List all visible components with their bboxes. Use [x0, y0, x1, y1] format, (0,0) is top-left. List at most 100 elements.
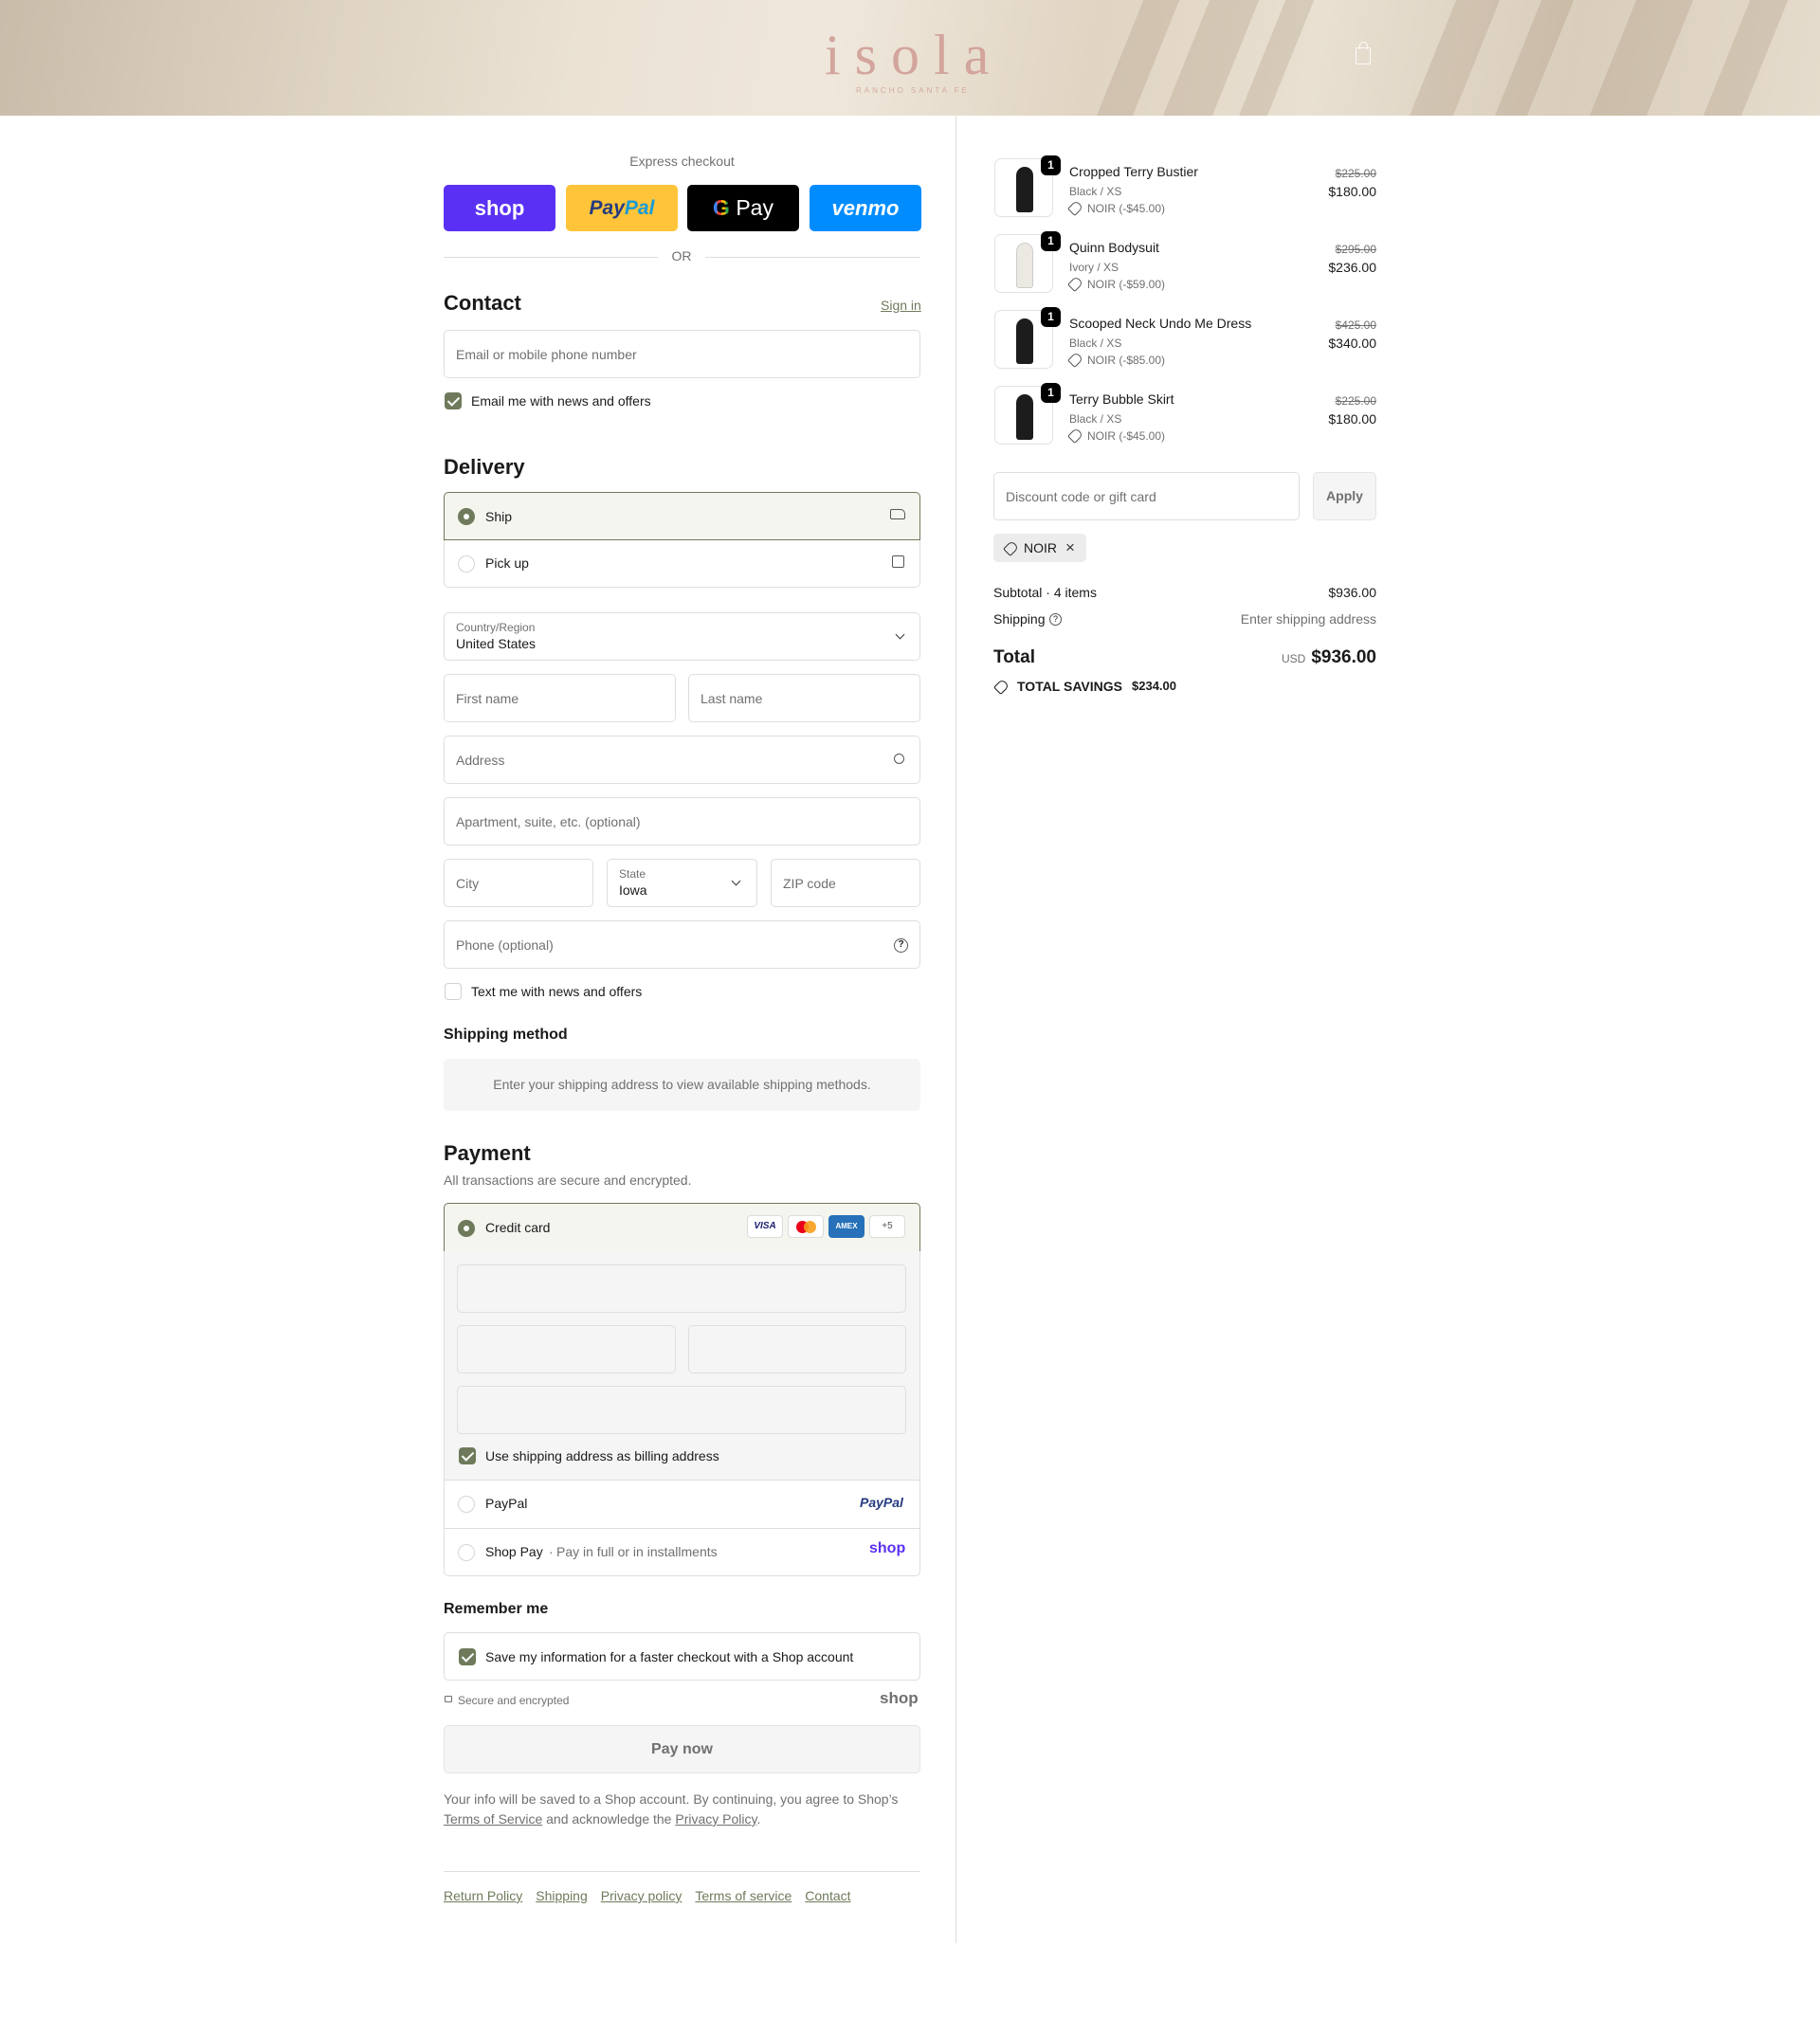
- shipping-policy-link[interactable]: Shipping: [536, 1888, 588, 1903]
- help-icon[interactable]: ?: [1049, 613, 1062, 626]
- savings-tag-icon: [993, 679, 1010, 695]
- tag-icon: [1067, 276, 1083, 292]
- item-name: Scooped Neck Undo Me Dress: [1069, 316, 1252, 331]
- pickup-label: Pick up: [485, 555, 529, 571]
- applied-code-label: NOIR: [1024, 540, 1057, 555]
- card-name-field[interactable]: [457, 1386, 906, 1434]
- country-value: United States: [456, 636, 537, 651]
- item-name: Cropped Terry Bustier: [1069, 164, 1198, 179]
- credit-card-radio[interactable]: [458, 1220, 475, 1237]
- help-icon[interactable]: ?: [894, 938, 908, 953]
- chevron-down-icon: [731, 876, 741, 886]
- return-policy-link[interactable]: Return Policy: [444, 1888, 522, 1903]
- card-number-field[interactable]: [457, 1264, 906, 1313]
- remove-code-icon[interactable]: ×: [1065, 538, 1075, 557]
- shipping-value: Enter shipping address: [1240, 611, 1376, 627]
- city-placeholder: City: [456, 875, 480, 891]
- discount-code-field[interactable]: Discount code or gift card: [993, 472, 1300, 520]
- phone-field[interactable]: Phone (optional) ?: [444, 920, 920, 969]
- subtotal-label: Subtotal · 4 items: [993, 585, 1097, 600]
- total-savings-value: $234.00: [1132, 679, 1176, 693]
- item-original-price: $295.00: [1335, 243, 1376, 256]
- discount-placeholder: Discount code or gift card: [1006, 488, 1156, 504]
- save-info-label: Save my information for a faster checkou…: [485, 1649, 854, 1664]
- shipping-label: Shipping: [993, 611, 1046, 627]
- city-field[interactable]: City: [444, 859, 593, 907]
- state-select[interactable]: State Iowa: [607, 859, 757, 907]
- terms-of-service-link[interactable]: Terms of service: [695, 1888, 792, 1903]
- shop-pay-radio[interactable]: [458, 1544, 475, 1561]
- pay-now-button[interactable]: Pay now: [444, 1725, 920, 1773]
- shadow-stripe: [1483, 0, 1582, 116]
- legal-middle: and acknowledge the: [546, 1811, 672, 1827]
- card-expiry-field[interactable]: [457, 1325, 676, 1373]
- terms-link[interactable]: Terms of Service: [444, 1811, 542, 1827]
- country-select[interactable]: Country/Region United States: [444, 612, 920, 661]
- tag-icon: [1003, 540, 1019, 556]
- save-info-checkbox[interactable]: [459, 1648, 476, 1665]
- tag-icon: [1067, 200, 1083, 216]
- shop-logo: shop: [880, 1689, 919, 1707]
- card-security-code-field[interactable]: [688, 1325, 906, 1373]
- pickup-radio[interactable]: [458, 555, 475, 573]
- venmo-button[interactable]: venmo: [810, 185, 921, 231]
- privacy-link[interactable]: Privacy Policy: [675, 1811, 756, 1827]
- item-price: $236.00: [1328, 260, 1376, 275]
- item-name: Terry Bubble Skirt: [1069, 391, 1174, 407]
- subtotal-value: $936.00: [1328, 585, 1376, 600]
- shop-pay-button[interactable]: shop: [444, 185, 555, 231]
- more-cards-badge: +5: [869, 1215, 905, 1238]
- item-discount: NOIR (-$45.00): [1087, 202, 1166, 215]
- privacy-policy-link[interactable]: Privacy policy: [601, 1888, 682, 1903]
- item-original-price: $225.00: [1335, 167, 1376, 180]
- item-variant: Ivory / XS: [1069, 261, 1119, 274]
- paypal-label: PayPal: [485, 1496, 528, 1511]
- google-g-icon: G: [713, 195, 730, 220]
- pickup-option[interactable]: Pick up: [444, 540, 920, 588]
- paypal-option[interactable]: PayPal PayPal: [444, 1480, 920, 1528]
- or-divider-label: OR: [671, 248, 692, 264]
- google-pay-button[interactable]: G Pay: [687, 185, 799, 231]
- text-news-checkbox[interactable]: [445, 983, 462, 1000]
- shadow-stripe: [1398, 0, 1508, 116]
- address-placeholder: Address: [456, 752, 505, 768]
- paypal-radio[interactable]: [458, 1496, 475, 1513]
- billing-checkbox[interactable]: [459, 1447, 476, 1464]
- header-banner: isola RANCHO SANTA FE: [0, 0, 1820, 116]
- item-discount: NOIR (-$59.00): [1087, 278, 1166, 291]
- paypal-button[interactable]: PayPal: [566, 185, 678, 231]
- shopping-bag-icon[interactable]: [1356, 42, 1371, 64]
- sign-in-link[interactable]: Sign in: [881, 298, 921, 313]
- apply-discount-button[interactable]: Apply: [1313, 472, 1376, 520]
- apartment-field[interactable]: Apartment, suite, etc. (optional): [444, 797, 920, 845]
- zip-field[interactable]: ZIP code: [771, 859, 920, 907]
- store-logo[interactable]: isola: [825, 27, 995, 83]
- contact-link[interactable]: Contact: [805, 1888, 850, 1903]
- credit-card-label: Credit card: [485, 1220, 551, 1235]
- shop-pay-sublabel: Pay in full or in installments: [556, 1544, 718, 1559]
- total-label: Total: [993, 647, 1035, 667]
- ship-radio[interactable]: [458, 508, 475, 525]
- tag-icon: [1067, 352, 1083, 368]
- contact-heading: Contact: [444, 291, 521, 315]
- email-news-checkbox[interactable]: [445, 392, 462, 409]
- item-original-price: $225.00: [1335, 394, 1376, 408]
- currency-code: USD: [1281, 652, 1306, 665]
- venmo-logo: venmo: [831, 196, 900, 220]
- shop-pay-option[interactable]: Shop Pay · Pay in full or in installment…: [444, 1528, 920, 1576]
- email-field[interactable]: Email or mobile phone number: [444, 330, 920, 378]
- applied-code-chip: NOIR ×: [993, 534, 1086, 562]
- paypal-logo: PayPal: [860, 1495, 903, 1510]
- express-checkout-title: Express checkout: [629, 154, 735, 169]
- lock-icon: [445, 1696, 452, 1702]
- paypal-logo-pal: Pal: [624, 197, 655, 219]
- save-info-box[interactable]: Save my information for a faster checkou…: [444, 1632, 920, 1681]
- first-name-field[interactable]: First name: [444, 674, 676, 722]
- shipping-method-notice: Enter your shipping address to view avai…: [444, 1059, 920, 1111]
- address-field[interactable]: Address: [444, 736, 920, 784]
- last-name-field[interactable]: Last name: [688, 674, 920, 722]
- ship-option[interactable]: Ship: [444, 492, 920, 540]
- product-image: [1016, 167, 1033, 212]
- product-image: [1016, 318, 1033, 364]
- item-name: Quinn Bodysuit: [1069, 240, 1159, 255]
